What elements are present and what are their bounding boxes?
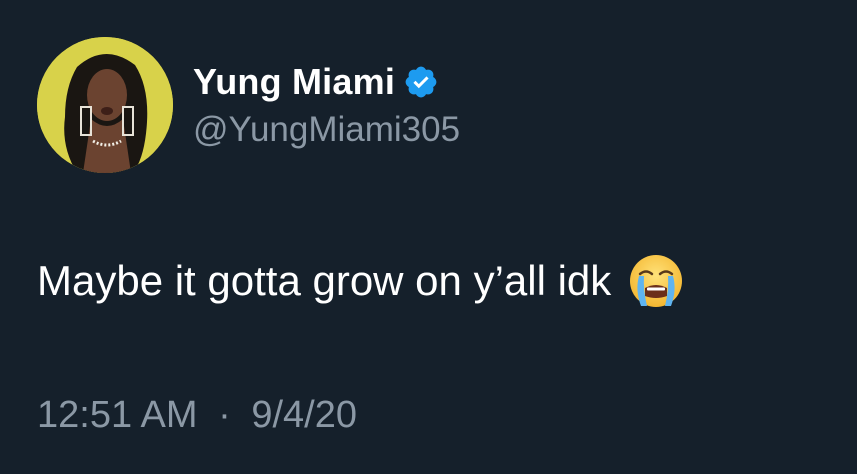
tweet-date-link[interactable]: 9/4/20	[251, 394, 357, 436]
author-names: Yung Miami @YungMiami305	[193, 60, 460, 150]
tweet-timestamp: 12:51 AM · 9/4/20	[37, 394, 357, 437]
verified-badge-icon	[403, 64, 439, 100]
author-handle[interactable]: @YungMiami305	[193, 110, 460, 150]
tweet-header: Yung Miami @YungMiami305	[37, 37, 460, 173]
display-name[interactable]: Yung Miami	[193, 61, 395, 103]
avatar[interactable]	[37, 37, 173, 173]
tweet-text: Maybe it gotta grow on y’all idk	[37, 252, 685, 310]
tweet-time-link[interactable]: 12:51 AM	[37, 394, 198, 436]
tweet-card: Yung Miami @YungMiami305 Maybe it gotta …	[0, 0, 857, 474]
avatar-photo	[37, 37, 173, 173]
tweet-text-content: Maybe it gotta grow on y’all idk	[37, 257, 612, 304]
meta-separator: ·	[218, 394, 231, 436]
loudly-crying-face-icon	[627, 252, 685, 310]
display-name-row: Yung Miami	[193, 60, 460, 104]
